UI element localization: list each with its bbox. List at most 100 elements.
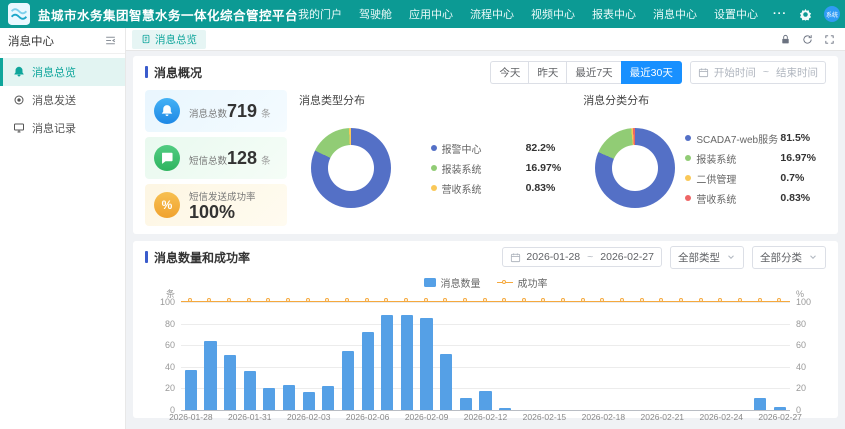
- bar-slot-2026-02-10: [436, 302, 456, 410]
- trend-start-date[interactable]: 2026-01-28: [526, 251, 580, 263]
- app-root: 盐城市水务集团智慧水务一体化综合管控平台 我的门户驾驶舱应用中心流程中心视频中心…: [0, 0, 845, 429]
- bar-slot-2026-02-26: [751, 302, 771, 410]
- bar-2026-02-09: [420, 318, 432, 410]
- start-date-input[interactable]: 开始时间: [714, 65, 756, 80]
- plot-area: 2026-01-282026-01-312026-02-032026-02-06…: [181, 302, 790, 410]
- bar-slot-2026-01-28: [181, 302, 201, 410]
- axis-tick-label: 60: [796, 341, 806, 350]
- stat-label: 短信总数: [189, 156, 227, 167]
- bar-slot-2026-01-29: [201, 302, 221, 410]
- legend-item-SCADA7-web服务[interactable]: SCADA7-web服务81.5%: [685, 131, 816, 146]
- nav-item-驾驶舱[interactable]: 驾驶舱: [359, 6, 392, 22]
- sidebar-item-消息记录[interactable]: 消息记录: [0, 114, 125, 142]
- legend-item-消息数量[interactable]: 消息数量: [424, 275, 481, 290]
- x-tick-label: 2026-02-18: [582, 412, 625, 422]
- filter-button-最近30天[interactable]: 最近30天: [621, 61, 682, 84]
- x-tick-label: 2026-01-28: [169, 412, 212, 422]
- line-marker: [620, 298, 624, 302]
- axis-tick-label: 20: [165, 384, 175, 393]
- bar-slot-2026-01-31: [240, 302, 260, 410]
- section-title-trend: 消息数量和成功率: [145, 249, 250, 266]
- sidebar-item-消息发送[interactable]: 消息发送: [0, 86, 125, 114]
- nav-item-报表中心[interactable]: 报表中心: [592, 6, 636, 22]
- bar-2026-02-06: [362, 332, 374, 410]
- tab-message-overview[interactable]: 消息总览: [132, 30, 206, 49]
- nav-item-设置中心[interactable]: 设置中心: [714, 6, 758, 22]
- sidebar-title: 消息中心: [8, 33, 54, 49]
- filter-button-最近7天[interactable]: 最近7天: [566, 61, 620, 84]
- line-marker: [247, 298, 251, 302]
- trend-date-range-picker[interactable]: 2026-01-28 ~ 2026-02-27: [502, 247, 662, 267]
- bar-slot-2026-02-14: [515, 302, 535, 410]
- axis-tick-label: 100: [160, 298, 175, 307]
- line-marker: [679, 298, 683, 302]
- percent-icon: %: [154, 192, 180, 218]
- legend-label: 营收系统: [696, 191, 780, 206]
- axis-tick-label: 40: [796, 363, 806, 372]
- legend-item-报警中心[interactable]: 报警中心82.2%: [431, 141, 562, 156]
- type-select[interactable]: 全部类型: [670, 246, 744, 269]
- nav-item-应用中心[interactable]: 应用中心: [409, 6, 453, 22]
- x-tick-label: 2026-02-15: [523, 412, 566, 422]
- stat-card-短信发送成功率: %短信发送成功率100%: [145, 184, 287, 226]
- trend-end-date[interactable]: 2026-02-27: [600, 251, 654, 263]
- x-tick-label: 2026-02-09: [405, 412, 448, 422]
- chevron-down-icon: [726, 252, 736, 262]
- message-trend-card: 消息数量和成功率 2026-01-28 ~ 2026-02-27 全部类型: [133, 241, 838, 418]
- pie-legend: 报警中心82.2% 报装系统16.97% 营收系统0.83%: [431, 141, 562, 196]
- legend-label: 消息数量: [441, 275, 481, 290]
- filter-button-今天[interactable]: 今天: [490, 61, 528, 84]
- fullscreen-icon[interactable]: [824, 34, 835, 45]
- gear-icon[interactable]: [799, 8, 812, 21]
- legend-item-成功率[interactable]: 成功率: [497, 275, 548, 290]
- bar-2026-01-30: [224, 355, 236, 410]
- bar-2026-02-04: [322, 386, 334, 410]
- legend-dot: [685, 195, 691, 201]
- end-date-input[interactable]: 结束时间: [776, 65, 818, 80]
- collapse-sidebar-icon[interactable]: [104, 34, 117, 47]
- bar-slot-2026-02-13: [495, 302, 515, 410]
- quick-filter-group: 今天昨天最近7天最近30天: [490, 61, 682, 84]
- bar-2026-01-29: [204, 341, 216, 410]
- category-select[interactable]: 全部分类: [752, 246, 826, 269]
- user-avatar[interactable]: 系统: [824, 6, 840, 22]
- nav-item-消息中心[interactable]: 消息中心: [653, 6, 697, 22]
- message-type-donut-chart: [311, 128, 391, 208]
- legend-item-报装系统[interactable]: 报装系统16.97%: [431, 161, 562, 176]
- refresh-icon[interactable]: [802, 34, 813, 45]
- nav-item-视频中心[interactable]: 视频中心: [531, 6, 575, 22]
- bar-slot-2026-02-09: [417, 302, 437, 410]
- page-content: 消息概况 今天昨天最近7天最近30天 开始时间 ~ 结束时间: [126, 51, 845, 429]
- legend-dot: [685, 135, 691, 141]
- lock-icon[interactable]: [780, 34, 791, 45]
- legend-item-二供管理[interactable]: 二供管理0.7%: [685, 171, 816, 186]
- bar-2026-01-28: [185, 370, 197, 410]
- calendar-icon: [510, 252, 521, 263]
- bar-slot-2026-02-16: [554, 302, 574, 410]
- message-type-distribution: 消息类型分布 报警中心82.2%报装系统16.97%营收系统0.83%: [297, 90, 571, 226]
- legend-label: 报警中心: [442, 141, 526, 156]
- sidebar-item-消息总览[interactable]: 消息总览: [0, 58, 125, 86]
- nav-item-流程中心[interactable]: 流程中心: [470, 6, 514, 22]
- more-menu-button[interactable]: ···: [773, 8, 787, 20]
- legend-item-报装系统[interactable]: 报装系统16.97%: [685, 151, 816, 166]
- message-category-distribution: 消息分类分布 SCADA7-web服务81.5%报装系统16.97%二供管理0.…: [581, 90, 826, 226]
- legend-item-营收系统[interactable]: 营收系统0.83%: [431, 181, 562, 196]
- legend-value: 0.83%: [780, 192, 810, 204]
- x-axis-labels: 2026-01-282026-01-312026-02-032026-02-06…: [181, 412, 790, 424]
- stat-value: 719条: [227, 101, 271, 121]
- section-title-overview: 消息概况: [145, 64, 202, 81]
- bar-slot-2026-01-30: [220, 302, 240, 410]
- bar-slot-2026-02-24: [711, 302, 731, 410]
- sms-icon: [154, 145, 180, 171]
- date-range-picker[interactable]: 开始时间 ~ 结束时间: [690, 61, 826, 84]
- legend-item-营收系统[interactable]: 营收系统0.83%: [685, 191, 816, 206]
- nav-item-我的门户[interactable]: 我的门户: [298, 6, 342, 22]
- legend-label: SCADA7-web服务: [696, 131, 780, 146]
- pie-legend: SCADA7-web服务81.5% 报装系统16.97% 二供管理0.7% 营收系统0…: [685, 131, 816, 206]
- x-tick-label: 2026-02-21: [641, 412, 684, 422]
- bell-icon: [154, 98, 180, 124]
- line-marker: [581, 298, 585, 302]
- axis-tick-label: 60: [165, 341, 175, 350]
- filter-button-昨天[interactable]: 昨天: [528, 61, 566, 84]
